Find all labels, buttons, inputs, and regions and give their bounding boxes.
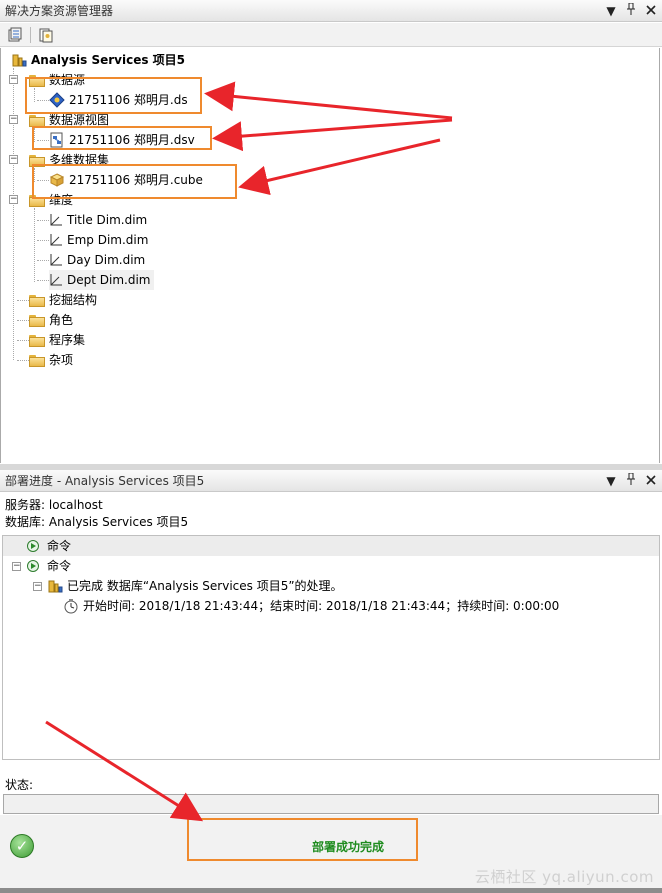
solution-explorer-toolbar: [0, 23, 662, 47]
expander-database-processed[interactable]: −: [33, 582, 42, 591]
dimension-icon: [50, 254, 62, 266]
log-row-selected-bg: [3, 536, 659, 556]
folder-roles[interactable]: 角色: [29, 310, 73, 330]
solution-explorer-titlebar: 解决方案资源管理器 ▼: [0, 0, 662, 22]
dimension-icon: [50, 234, 62, 246]
highlight-box-datasource: [25, 77, 202, 114]
item-dimension-day[interactable]: Day Dim.dim: [49, 250, 145, 270]
folder-mining[interactable]: 挖掘结构: [29, 290, 97, 310]
highlight-box-success: [187, 818, 418, 861]
close-icon[interactable]: [644, 0, 658, 22]
deploy-log: 命令 − 命令 − 已完成 数据库“Analysis Services 项目5”…: [2, 535, 660, 760]
project-node[interactable]: Analysis Services 项目5: [11, 50, 185, 70]
log-row-database-processed[interactable]: 已完成 数据库“Analysis Services 项目5”的处理。: [47, 576, 343, 596]
run-icon: [27, 540, 39, 552]
dimension-icon: [50, 274, 62, 286]
database-processed-icon: [48, 580, 63, 593]
dropdown-icon[interactable]: ▼: [604, 470, 618, 492]
log-row-command-1[interactable]: 命令: [27, 536, 71, 556]
project-icon: [12, 54, 27, 67]
success-check-icon: ✓: [10, 834, 34, 858]
expander-dimensions[interactable]: −: [9, 195, 18, 204]
expander-cube[interactable]: −: [9, 155, 18, 164]
project-label: Analysis Services 项目5: [31, 53, 185, 67]
bottom-border: [0, 888, 662, 893]
properties-button[interactable]: [6, 26, 24, 44]
pin-icon[interactable]: [624, 470, 638, 492]
dimension-icon: [50, 214, 62, 226]
show-all-files-icon: [39, 28, 53, 42]
folder-misc[interactable]: 杂项: [29, 350, 73, 370]
status-label: 状态:: [5, 778, 34, 792]
folder-icon: [29, 314, 45, 327]
folder-icon: [29, 294, 45, 307]
close-icon[interactable]: [644, 470, 658, 492]
run-icon: [27, 560, 39, 572]
server-info: 服务器: localhost: [5, 498, 103, 512]
folder-icon: [29, 114, 45, 127]
folder-icon: [29, 354, 45, 367]
item-dimension-dept[interactable]: Dept Dim.dim: [49, 270, 155, 290]
deploy-progress-title: 部署进度 - Analysis Services 项目5: [5, 474, 205, 488]
item-dimension-title[interactable]: Title Dim.dim: [49, 210, 147, 230]
status-field: [3, 794, 659, 814]
highlight-box-cube: [32, 164, 237, 199]
expander-datasource[interactable]: −: [9, 75, 18, 84]
pin-icon[interactable]: [624, 0, 638, 22]
folder-icon: [29, 334, 45, 347]
deploy-progress-titlebar: 部署进度 - Analysis Services 项目5 ▼: [0, 470, 662, 492]
highlight-box-dsv: [32, 126, 212, 150]
database-info: 数据库: Analysis Services 项目5: [5, 515, 189, 529]
solution-explorer-title: 解决方案资源管理器: [5, 4, 114, 18]
folder-assemblies[interactable]: 程序集: [29, 330, 85, 350]
expander-dsv[interactable]: −: [9, 115, 18, 124]
properties-icon: [8, 27, 22, 41]
show-all-files-button[interactable]: [37, 26, 55, 44]
clock-icon: [64, 599, 78, 614]
dropdown-icon[interactable]: ▼: [604, 0, 618, 22]
watermark: 云栖社区 yq.aliyun.com: [474, 868, 654, 886]
log-row-timing[interactable]: 开始时间: 2018/1/18 21:43:44；结束时间: 2018/1/18…: [63, 596, 559, 616]
item-dimension-emp[interactable]: Emp Dim.dim: [49, 230, 148, 250]
log-row-command-2[interactable]: 命令: [27, 556, 71, 576]
expander-command-2[interactable]: −: [12, 562, 21, 571]
toolbar-separator: [30, 26, 31, 43]
